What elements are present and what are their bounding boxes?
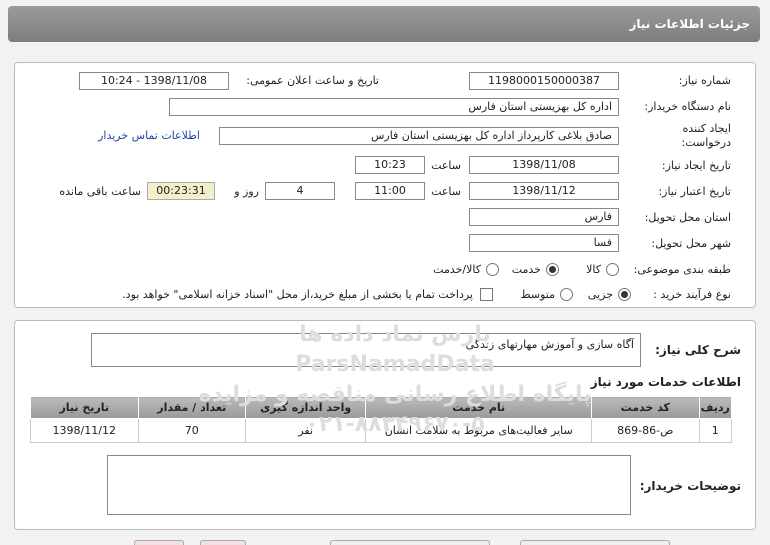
cell-row-number: 1 — [698, 418, 733, 443]
city-field: فسا — [469, 234, 619, 252]
buyer-org-field: اداره کل بهزیستی استان فارس — [169, 98, 619, 116]
remaining-time-label: ساعت باقی مانده — [59, 185, 141, 198]
validity-time-label: ساعت — [431, 185, 461, 198]
city-label: شهر محل تحویل: — [651, 237, 731, 250]
col-row-number: ردیف — [698, 396, 733, 419]
announce-label: تاریخ و ساعت اعلان عمومی: — [246, 74, 379, 87]
buyer-notes-label: توضیحات خریدار: — [639, 479, 741, 493]
process-minor-radio[interactable] — [618, 288, 631, 301]
province-label: استان محل تحویل: — [644, 211, 731, 224]
process-label: نوع فرآیند خرید : — [653, 288, 731, 301]
cell-service-name: سایر فعالیت‌های مربوط به سلامت انسان — [365, 418, 593, 443]
treasury-payment-checkbox[interactable] — [480, 288, 493, 301]
process-medium-radio[interactable] — [560, 288, 573, 301]
need-number-field: 1198000150000387 — [469, 72, 619, 90]
buyer-org-label: نام دستگاه خریدار: — [644, 100, 731, 113]
services-table: ردیف کد خدمت نام خدمت واحد اندازه گیری ت… — [30, 396, 733, 443]
validity-date-field: 1398/11/12 — [469, 182, 619, 200]
bottom-button-2[interactable] — [200, 540, 246, 545]
col-need-date: تاریخ نیاز — [30, 396, 139, 419]
category-label: طبقه بندی موضوعی: — [633, 263, 731, 276]
province-field: فارس — [469, 208, 619, 226]
page-header: جزئیات اطلاعات نیاز — [8, 6, 760, 42]
created-time-label: ساعت — [431, 159, 461, 172]
need-info-panel: شماره نیاز: 1198000150000387 تاریخ و ساع… — [14, 62, 756, 308]
col-service-code: کد خدمت — [591, 396, 700, 419]
remaining-time-field: 00:23:31 — [147, 182, 215, 200]
remaining-days-field: 4 — [265, 182, 335, 200]
services-title: اطلاعات خدمات مورد نیاز — [590, 375, 741, 389]
cell-need-date: 1398/11/12 — [30, 418, 139, 443]
category-goods-service-radio[interactable] — [486, 263, 499, 276]
category-goods-label: کالا — [586, 263, 601, 276]
cell-quantity: 70 — [137, 418, 246, 443]
creator-field: صادق بلاغی کارپرداز اداره کل بهزیستی است… — [219, 127, 619, 145]
days-label: روز و — [234, 185, 259, 198]
bottom-button-4[interactable] — [520, 540, 670, 545]
description-label: شرح کلی نیاز: — [655, 343, 741, 357]
col-unit: واحد اندازه گیری — [244, 396, 367, 419]
announce-datetime-field: 1398/11/08 - 10:24 — [79, 72, 229, 90]
category-goods-service-label: کالا/خدمت — [433, 263, 481, 276]
validity-time-field: 11:00 — [355, 182, 425, 200]
process-medium-label: متوسط — [520, 288, 555, 301]
buyer-contact-link[interactable]: اطلاعات تماس خریدار — [98, 129, 200, 142]
creator-label-line1: ایجاد کننده — [682, 122, 731, 135]
cell-unit: نفر — [244, 418, 367, 443]
table-row: 1 ص-86-869 سایر فعالیت‌های مربوط به سلام… — [30, 418, 733, 443]
description-field: آگاه سازی و آموزش مهارتهای زندگی — [91, 333, 641, 367]
need-number-label: شماره نیاز: — [678, 74, 731, 87]
creator-label-line2: درخواست: — [681, 136, 731, 149]
cell-service-code: ص-86-869 — [591, 418, 700, 443]
bottom-button-1[interactable] — [134, 540, 184, 545]
col-service-name: نام خدمت — [365, 396, 593, 419]
treasury-payment-note: پرداخت تمام یا بخشی از مبلغ خرید،از محل … — [122, 288, 473, 301]
bottom-button-3[interactable] — [330, 540, 490, 545]
created-time-field: 10:23 — [355, 156, 425, 174]
buyer-notes-field — [107, 455, 631, 515]
validity-date-label: تاریخ اعتبار نیاز: — [658, 185, 731, 198]
process-minor-label: جزیی — [587, 288, 613, 301]
category-service-label: خدمت — [511, 263, 541, 276]
created-date-label: تاریخ ایجاد نیاز: — [661, 159, 731, 172]
services-header-row: ردیف کد خدمت نام خدمت واحد اندازه گیری ت… — [30, 396, 733, 419]
category-goods-radio[interactable] — [606, 263, 619, 276]
created-date-field: 1398/11/08 — [469, 156, 619, 174]
page-title: جزئیات اطلاعات نیاز — [629, 17, 750, 31]
col-quantity: تعداد / مقدار — [137, 396, 246, 419]
category-service-radio[interactable] — [546, 263, 559, 276]
